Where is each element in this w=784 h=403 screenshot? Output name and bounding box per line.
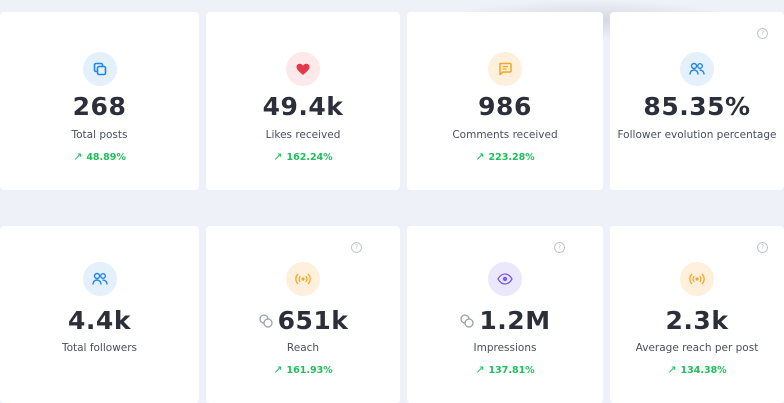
stat-value: 2.3k	[665, 306, 729, 335]
stat-trend: ↗ 48.89%	[73, 150, 126, 163]
stat-card-likes: 49.4k Likes received ↗ 162.24%	[206, 12, 400, 190]
stat-label: Total posts	[71, 129, 128, 141]
stat-trend: ↗ 162.24%	[273, 150, 333, 163]
stat-card-total-followers: 4.4k Total followers	[0, 226, 199, 403]
organic-reach-icon	[459, 306, 475, 335]
stat-value: 651k	[206, 306, 400, 335]
stat-card-reach: ? 651k Reach ↗ 161.93%	[206, 226, 400, 403]
stat-trend: ↗ 223.28%	[475, 150, 535, 163]
stat-value: 268	[72, 92, 127, 121]
stat-label: Total followers	[61, 342, 138, 354]
help-icon[interactable]: ?	[554, 242, 565, 253]
help-icon[interactable]: ?	[757, 242, 768, 253]
stat-trend: ↗ 137.81%	[475, 363, 535, 376]
stat-label: Follower evolution percentage	[617, 129, 777, 141]
stat-trend: ↗ 134.38%	[667, 363, 727, 376]
stat-value: 49.4k	[262, 92, 344, 121]
trend-up-icon: ↗	[475, 363, 485, 376]
trend-up-icon: ↗	[273, 150, 283, 163]
stat-label: Likes received	[265, 129, 341, 141]
eye-icon	[488, 262, 522, 296]
help-icon[interactable]: ?	[351, 242, 362, 253]
stat-value: 4.4k	[68, 306, 131, 335]
stat-card-impressions: ? 1.2M Impressions ↗ 137.81%	[407, 226, 603, 403]
stat-trend: ↗ 161.93%	[273, 363, 333, 376]
followers-icon	[82, 262, 117, 296]
trend-up-icon: ↗	[475, 150, 485, 163]
followers-icon	[680, 52, 714, 86]
stat-label: Impressions	[473, 342, 537, 354]
stat-card-comments: 986 Comments received ↗ 223.28%	[407, 12, 603, 190]
organic-reach-icon	[258, 306, 274, 335]
posts-icon	[82, 52, 117, 86]
stat-card-follower-evolution: ? 85.35% Follower evolution percentage	[610, 12, 784, 190]
stat-value: 986	[478, 92, 532, 121]
heart-icon	[286, 52, 320, 86]
stat-label: Average reach per post	[635, 342, 759, 354]
stat-label: Comments received	[452, 129, 558, 141]
broadcast-icon	[286, 262, 320, 296]
stat-card-avg-reach: ? 2.3k Average reach per post ↗ 134.38%	[610, 226, 784, 403]
stat-value: 85.35%	[643, 92, 751, 121]
stat-label: Reach	[286, 342, 320, 354]
trend-up-icon: ↗	[273, 363, 283, 376]
broadcast-icon	[680, 262, 714, 296]
trend-up-icon: ↗	[667, 363, 677, 376]
stat-value: 1.2M	[407, 306, 603, 335]
help-icon[interactable]: ?	[757, 28, 768, 39]
stat-card-total-posts: 268 Total posts ↗ 48.89%	[0, 12, 199, 190]
comment-icon	[488, 52, 522, 86]
trend-up-icon: ↗	[73, 150, 83, 163]
